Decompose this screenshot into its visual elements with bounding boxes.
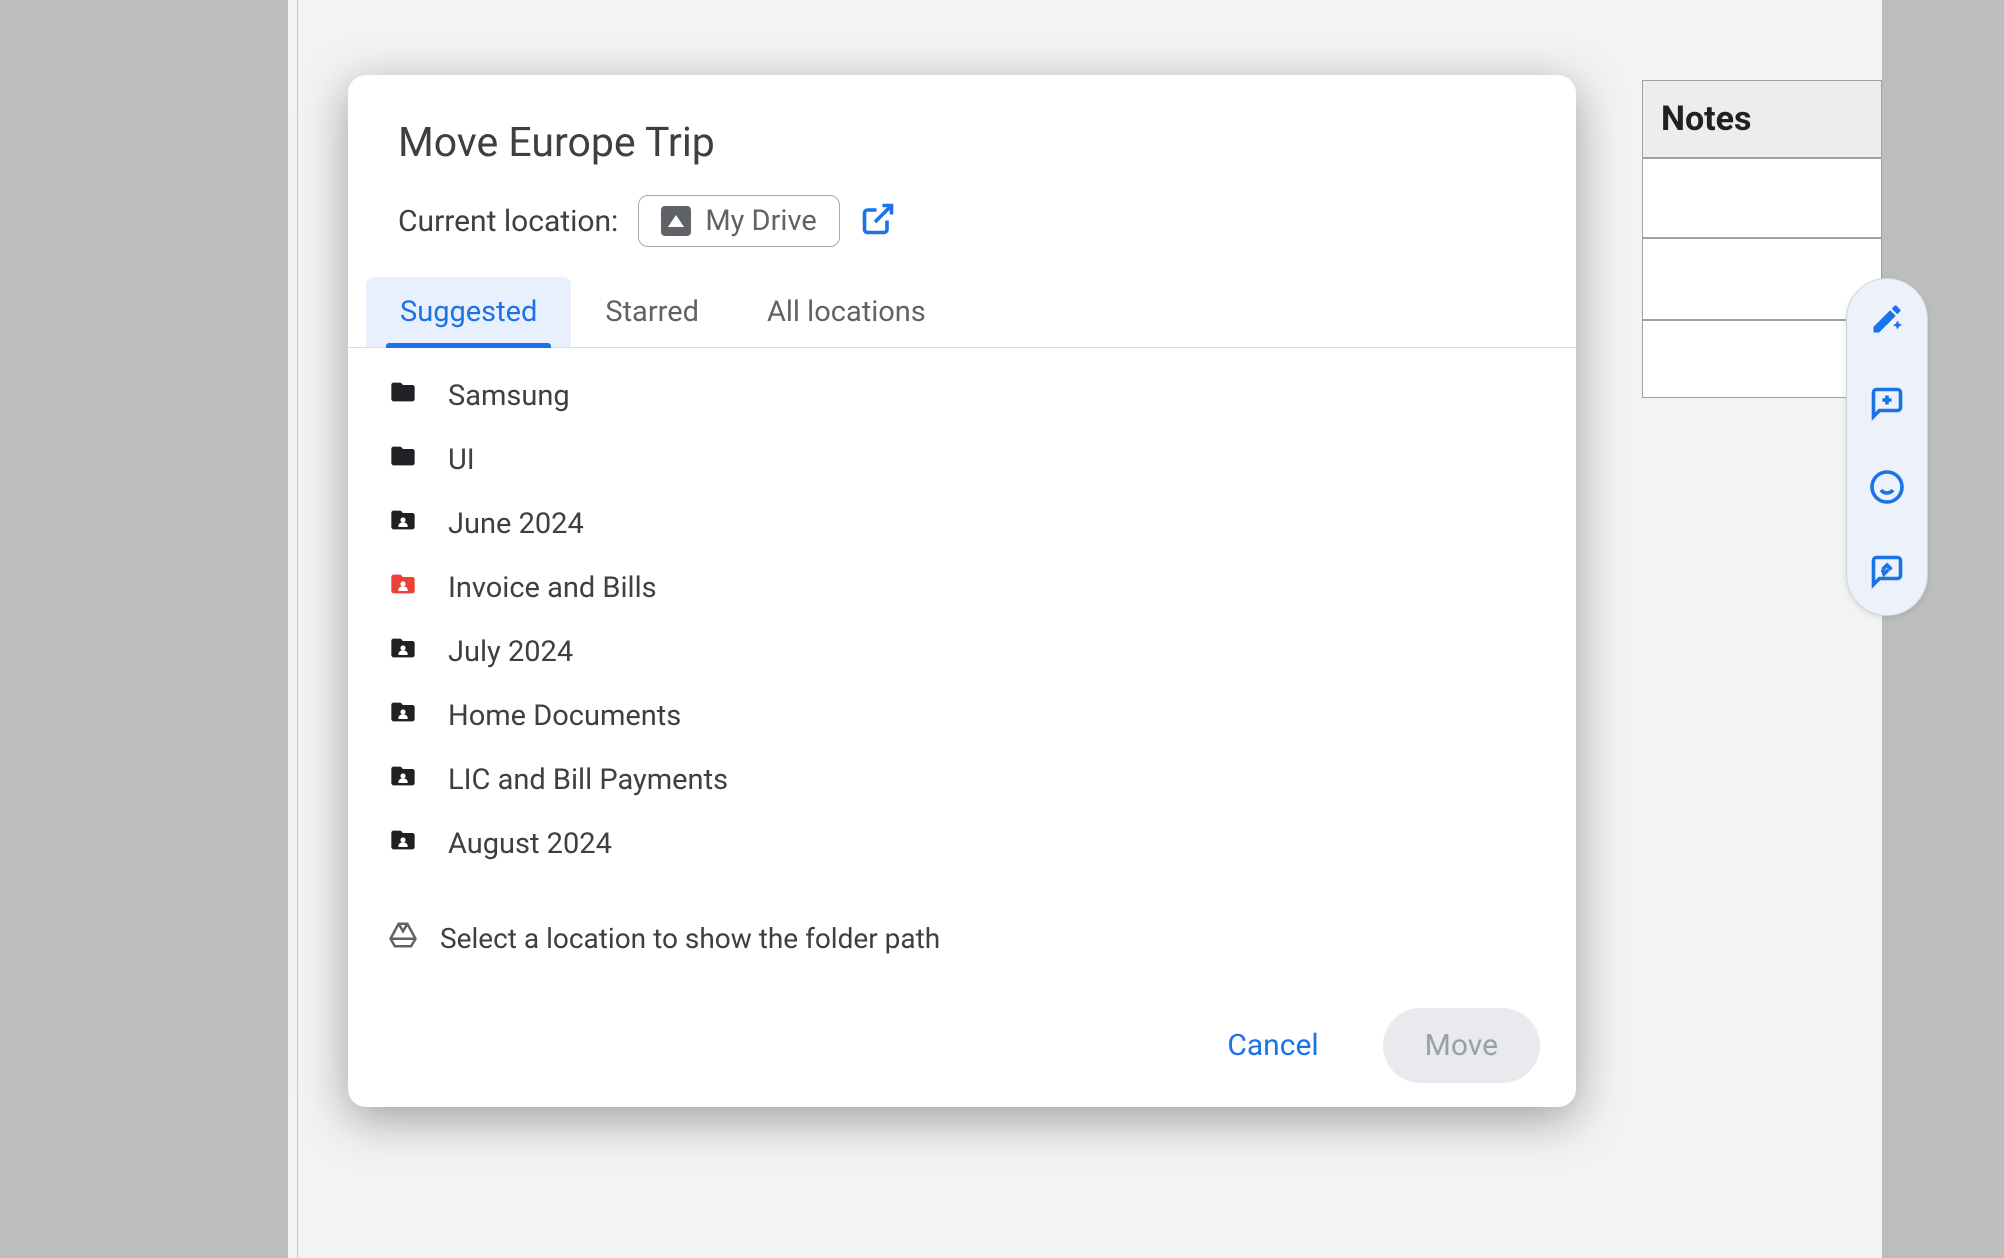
location-label: Current location: bbox=[398, 204, 618, 239]
shared-folder-icon bbox=[386, 698, 420, 734]
table-cell[interactable] bbox=[1642, 158, 1882, 238]
dialog-title: Move Europe Trip bbox=[348, 75, 1576, 195]
folder-item[interactable]: LIC and Bill Payments bbox=[378, 748, 1546, 812]
folder-item[interactable]: July 2024 bbox=[378, 620, 1546, 684]
hint-text: Select a location to show the folder pat… bbox=[440, 922, 940, 955]
shared-folder-icon bbox=[386, 634, 420, 670]
move-dialog: Move Europe Trip Current location: My Dr… bbox=[348, 75, 1576, 1107]
shared-folder-icon bbox=[386, 762, 420, 798]
table-cell[interactable] bbox=[1642, 238, 1882, 320]
folder-name: June 2024 bbox=[448, 507, 584, 541]
folder-list: Samsung UI June 2024 Invoice and Bills July … bbox=[348, 348, 1576, 892]
current-location-row: Current location: My Drive bbox=[348, 195, 1576, 277]
emoji-icon[interactable] bbox=[1869, 469, 1905, 509]
folder-name: Samsung bbox=[448, 379, 570, 413]
shared-folder-icon bbox=[386, 570, 420, 606]
drive-icon bbox=[661, 206, 691, 236]
drive-outline-icon bbox=[388, 920, 418, 957]
folder-name: August 2024 bbox=[448, 827, 612, 861]
folder-icon bbox=[386, 442, 420, 478]
shared-folder-icon bbox=[386, 826, 420, 862]
move-button[interactable]: Move bbox=[1383, 1008, 1540, 1083]
folder-item[interactable]: Samsung bbox=[378, 364, 1546, 428]
folder-item[interactable]: Home Documents bbox=[378, 684, 1546, 748]
cancel-button[interactable]: Cancel bbox=[1203, 1010, 1342, 1081]
folder-icon bbox=[386, 378, 420, 414]
notes-header-text: Notes bbox=[1661, 99, 1752, 139]
folder-name: July 2024 bbox=[448, 635, 573, 669]
location-chip-text: My Drive bbox=[705, 204, 816, 238]
hint-row: Select a location to show the folder pat… bbox=[348, 892, 1576, 985]
tab-starred[interactable]: Starred bbox=[571, 277, 733, 347]
folder-name: Home Documents bbox=[448, 699, 681, 733]
doc-margin-line bbox=[297, 0, 298, 1258]
location-chip[interactable]: My Drive bbox=[638, 195, 839, 247]
open-in-new-icon[interactable] bbox=[860, 201, 896, 241]
folder-item[interactable]: June 2024 bbox=[378, 492, 1546, 556]
shared-folder-icon bbox=[386, 506, 420, 542]
folder-name: Invoice and Bills bbox=[448, 571, 657, 605]
folder-name: UI bbox=[448, 443, 475, 477]
folder-item[interactable]: Invoice and Bills bbox=[378, 556, 1546, 620]
add-comment-icon[interactable] bbox=[1869, 385, 1905, 425]
folder-item[interactable]: August 2024 bbox=[378, 812, 1546, 876]
tabs: Suggested Starred All locations bbox=[348, 277, 1576, 348]
dialog-footer: Cancel Move bbox=[1203, 1008, 1540, 1083]
suggest-edit-icon[interactable] bbox=[1869, 553, 1905, 593]
table-header-notes: Notes bbox=[1642, 80, 1882, 158]
side-toolbar bbox=[1846, 278, 1928, 616]
folder-item[interactable]: UI bbox=[378, 428, 1546, 492]
folder-name: LIC and Bill Payments bbox=[448, 763, 728, 797]
magic-pencil-icon[interactable] bbox=[1869, 301, 1905, 341]
tab-all-locations[interactable]: All locations bbox=[733, 277, 960, 347]
tab-suggested[interactable]: Suggested bbox=[366, 277, 571, 347]
